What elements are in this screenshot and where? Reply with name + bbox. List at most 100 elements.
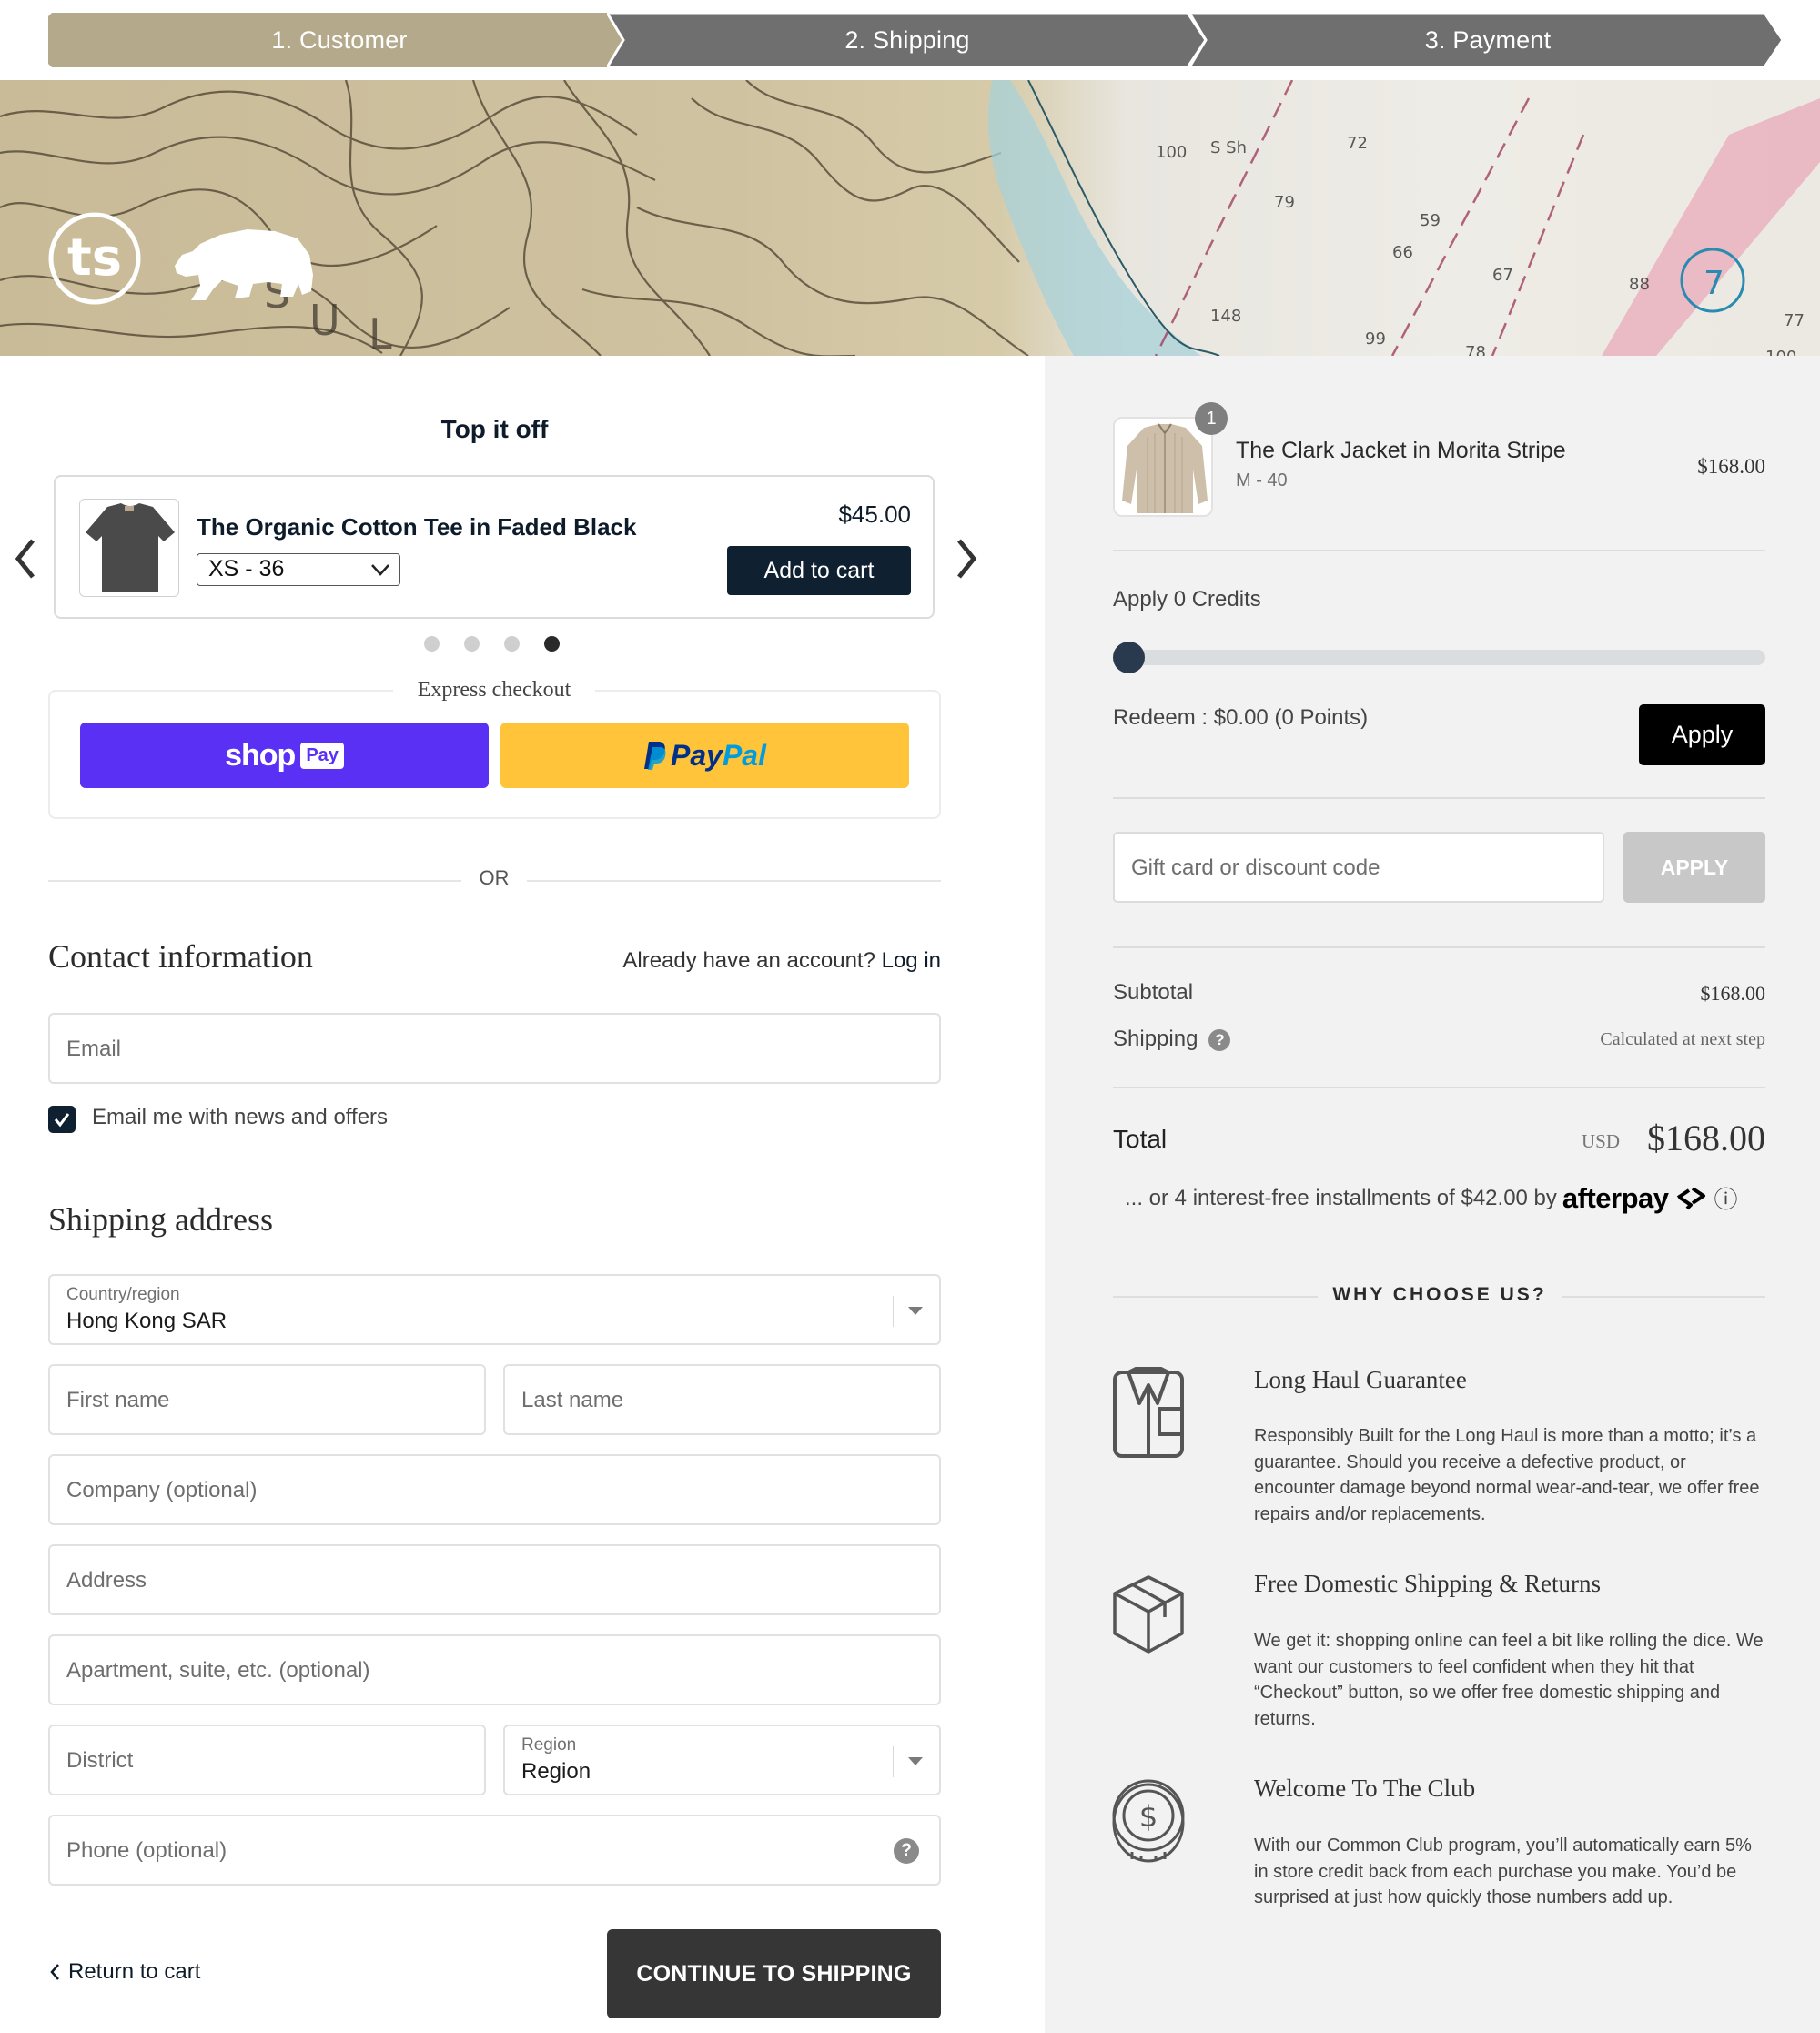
carousel-dot[interactable]	[424, 636, 440, 652]
step-payment-label: 3. Payment	[1424, 25, 1552, 54]
contact-title: Contact information	[48, 938, 313, 975]
dropdown-arrow-icon	[908, 1757, 923, 1765]
step-customer-label: 1. Customer	[271, 25, 408, 54]
email-field[interactable]: Email	[48, 1013, 941, 1084]
svg-text:100: 100	[1765, 348, 1796, 356]
carousel-dot[interactable]	[504, 636, 520, 652]
first-name-field[interactable]: First name	[48, 1364, 486, 1435]
shop-pay-wordmark: shop	[225, 737, 296, 773]
company-field[interactable]: Company (optional)	[48, 1454, 941, 1525]
subtotal-value: $168.00	[1700, 982, 1766, 1005]
upsell-product-name: The Organic Cotton Tee in Faded Black	[197, 513, 637, 541]
feature-body: With our Common Club program, you’ll aut…	[1254, 1836, 1752, 1907]
feature-title: Long Haul Guarantee	[1254, 1366, 1467, 1393]
paypal-word-pay: Pay	[671, 738, 723, 772]
district-field[interactable]: District	[48, 1725, 486, 1795]
feature-body: Responsibly Built for the Long Haul is m…	[1254, 1426, 1760, 1524]
why-divider-right	[1562, 1296, 1765, 1298]
afterpay-logo: afterpay	[1562, 1181, 1669, 1214]
select-divider	[892, 1296, 894, 1327]
apply-credits-button[interactable]: Apply	[1639, 704, 1765, 765]
svg-text:7: 7	[1704, 265, 1724, 302]
country-select[interactable]: Country/region Hong Kong SAR	[48, 1274, 941, 1345]
newsletter-label: Email me with news and offers	[92, 1105, 389, 1129]
step-shipping[interactable]: 2. Shipping	[607, 13, 1208, 67]
discount-placeholder: Gift card or discount code	[1131, 855, 1380, 880]
svg-text:72: 72	[1347, 134, 1368, 153]
box-icon	[1113, 1575, 1184, 1654]
apartment-field[interactable]: Apartment, suite, etc. (optional)	[48, 1634, 941, 1705]
svg-text:ts: ts	[67, 228, 122, 288]
checkout-steps: 1. Customer 2. Shipping 3. Payment	[48, 13, 1786, 67]
redeem-label: Redeem : $0.00 (0 Points)	[1113, 705, 1369, 730]
step-payment[interactable]: 3. Payment	[1189, 13, 1786, 67]
paypal-button[interactable]: Pay Pal	[500, 723, 909, 788]
ts-logo-icon[interactable]: ts	[47, 211, 142, 306]
step-shipping-label: 2. Shipping	[844, 25, 970, 54]
svg-text:99: 99	[1365, 329, 1386, 349]
coin-icon: $	[1112, 1779, 1185, 1863]
newsletter-checkbox[interactable]	[48, 1106, 76, 1133]
express-checkout-label: Express checkout	[393, 673, 595, 706]
first-name-placeholder: First name	[66, 1388, 170, 1412]
last-name-placeholder: Last name	[521, 1388, 624, 1412]
return-to-cart-label: Return to cart	[68, 1959, 201, 1984]
apply-credits-label: Apply 0 Credits	[1113, 587, 1261, 612]
cart-item-name: The Clark Jacket in Morita Stripe	[1236, 438, 1566, 463]
step-customer[interactable]: 1. Customer	[48, 13, 631, 67]
feature-body: We get it: shopping online can feel a bi…	[1254, 1631, 1764, 1729]
total-label: Total	[1113, 1125, 1168, 1153]
or-divider-right	[527, 880, 941, 882]
country-value: Hong Kong SAR	[66, 1309, 228, 1333]
phone-field[interactable]: Phone (optional) ?	[48, 1815, 941, 1886]
svg-text:67: 67	[1492, 266, 1513, 285]
bear-logo-icon	[175, 229, 313, 300]
region-select[interactable]: Region Region	[503, 1725, 941, 1795]
apartment-placeholder: Apartment, suite, etc. (optional)	[66, 1658, 370, 1683]
summary-divider	[1113, 946, 1765, 948]
carousel-next-icon[interactable]	[950, 533, 983, 584]
tshirt-image-icon	[86, 503, 175, 592]
shirt-icon	[1113, 1367, 1184, 1458]
dropdown-arrow-icon	[908, 1307, 923, 1315]
upsell-product-card: The Organic Cotton Tee in Faded Black XS…	[54, 475, 935, 619]
add-to-cart-button[interactable]: Add to cart	[727, 546, 911, 595]
apply-discount-button[interactable]: APPLY	[1623, 832, 1765, 903]
afterpay-info-icon[interactable]: ⓘ	[1714, 1181, 1738, 1215]
svg-text:148: 148	[1210, 307, 1241, 326]
upsell-size-select[interactable]: XS - 36	[197, 553, 400, 586]
paypal-logo-icon	[644, 742, 666, 770]
carousel-prev-icon[interactable]	[9, 533, 42, 584]
paypal-word-pal: Pal	[722, 738, 766, 772]
upsell-product-image	[79, 499, 179, 597]
shipping-help-icon[interactable]: ?	[1208, 1028, 1231, 1051]
upsell-size-value: XS - 36	[208, 556, 285, 582]
feature-title: Welcome To The Club	[1254, 1775, 1476, 1802]
afterpay-line: ... or 4 interest-free installments of $…	[1125, 1181, 1738, 1215]
phone-help-icon[interactable]: ?	[894, 1838, 919, 1864]
login-prompt: Already have an account? Log in	[622, 948, 941, 974]
carousel-dot-active[interactable]	[544, 636, 560, 652]
carousel-dot[interactable]	[464, 636, 480, 652]
district-placeholder: District	[66, 1748, 134, 1773]
svg-text:S Sh: S Sh	[1210, 138, 1247, 157]
email-placeholder: Email	[66, 1037, 122, 1061]
why-divider-left	[1113, 1296, 1318, 1298]
svg-text:L: L	[369, 309, 392, 356]
continue-to-shipping-button[interactable]: CONTINUE TO SHIPPING	[607, 1929, 941, 2018]
last-name-field[interactable]: Last name	[503, 1364, 941, 1435]
credits-slider-track[interactable]	[1113, 650, 1765, 665]
topo-map-banner: 7 100S Sh72 795966 1489978 15559100 6788…	[0, 80, 1820, 356]
shipping-label: Shipping	[1113, 1027, 1198, 1051]
discount-code-input[interactable]: Gift card or discount code	[1113, 832, 1604, 903]
return-to-cart-link[interactable]: Return to cart	[48, 1959, 200, 1985]
subtotal-label: Subtotal	[1113, 980, 1194, 1005]
login-link[interactable]: Log in	[882, 948, 941, 973]
credits-slider-thumb[interactable]	[1113, 642, 1145, 673]
jacket-image-icon	[1122, 423, 1208, 513]
shipping-row: Shipping?	[1113, 1027, 1231, 1052]
shop-pay-button[interactable]: shop Pay	[80, 723, 489, 788]
shipping-value: Calculated at next step	[1600, 1029, 1765, 1049]
address-field[interactable]: Address	[48, 1544, 941, 1615]
chevron-down-icon	[371, 564, 389, 576]
